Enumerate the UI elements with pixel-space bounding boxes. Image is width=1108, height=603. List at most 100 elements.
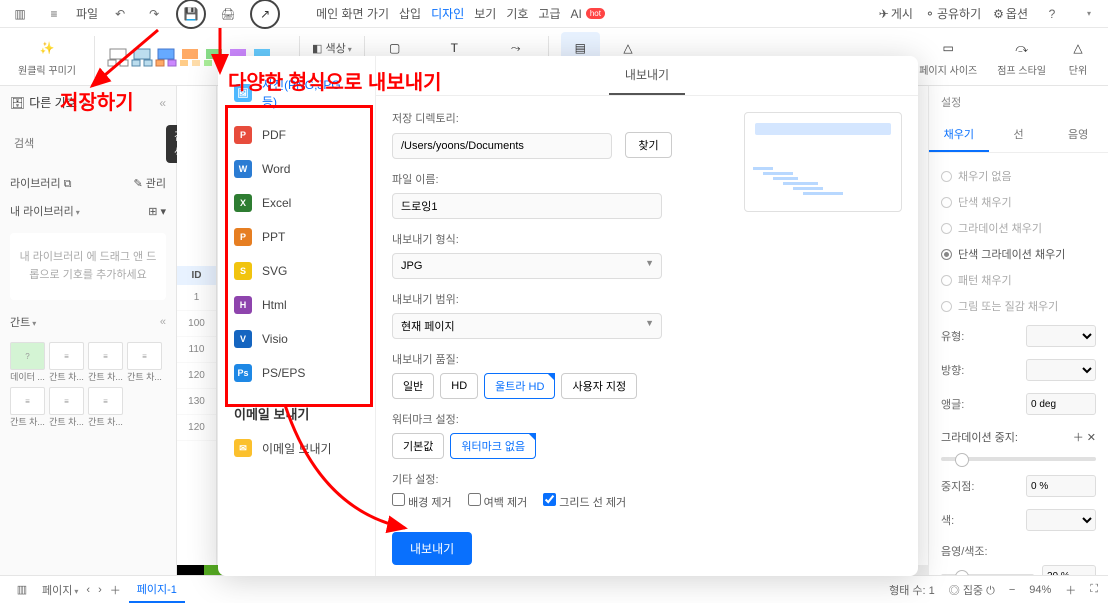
prop-angle-input[interactable] [1026,393,1096,415]
format-select[interactable] [392,253,662,279]
canvas-row[interactable]: 110 [177,337,216,363]
ribbon-jump-style[interactable]: ⤼점프 스타일 [991,32,1052,81]
fill-solid-gradient[interactable]: 단색 그라데이션 채우기 [941,241,1096,267]
focus-mode[interactable]: ◎ 집중 ⏻ [949,582,995,598]
gantt-thumb[interactable]: ≡ [49,342,84,370]
page-next-icon[interactable]: › [98,584,102,596]
page-tab[interactable]: 페이지-1 [129,577,185,603]
quality-ultrahd[interactable]: 울트라 HD [484,373,555,399]
my-library-dropdown[interactable]: 내 라이브러리 [10,203,80,219]
range-select[interactable] [392,313,662,339]
zoom-in-icon[interactable]: ＋ [1065,582,1076,598]
tab-shadow[interactable]: 음영 [1048,118,1108,152]
gradient-slider[interactable] [941,457,1096,461]
print-icon[interactable]: 🖨 [216,2,240,26]
help-icon[interactable]: ? [1040,2,1064,26]
fill-gradient[interactable]: 그라데이션 채우기 [941,215,1096,241]
remove-bg-check[interactable]: 배경 제거 [392,493,452,510]
quality-hd[interactable]: HD [440,373,478,399]
pages-panel-icon[interactable]: ▥ [10,578,34,602]
menu-design[interactable]: 디자인 [431,5,464,22]
gantt-thumb[interactable]: ? [10,342,45,370]
menu-insert[interactable]: 삽입 [399,5,421,22]
export-icon[interactable]: ↗ [250,0,280,29]
collapse-left-icon[interactable] [159,96,166,110]
canvas-row[interactable]: 120 [177,415,216,441]
canvas-row[interactable]: 1 [177,285,216,311]
tab-fill[interactable]: 채우기 [929,118,989,152]
search-input[interactable] [10,133,160,155]
save-icon[interactable]: 💾 [176,0,206,29]
menu-view[interactable]: 보기 [474,5,496,22]
prop-type-select[interactable] [1026,325,1096,347]
other-symbols-dropdown[interactable]: 🗄다른 기호 [0,86,176,119]
gantt-thumb[interactable]: ≡ [127,342,162,370]
menu-publish[interactable]: ✈ 게시 [879,5,913,22]
watermark-default[interactable]: 기본값 [392,433,444,459]
menu-advanced[interactable]: 고급 [538,5,560,22]
tab-line[interactable]: 선 [989,118,1049,152]
page-prev-icon[interactable]: ‹ [86,584,90,596]
filename-input[interactable] [392,193,662,219]
prop-color-select[interactable] [1026,509,1096,531]
gantt-collapse-icon[interactable] [160,316,166,328]
format-image[interactable]: 🖼사진(PNG,JPG 등) [218,68,375,118]
remove-margin-check[interactable]: 여백 제거 [468,493,528,510]
quality-normal[interactable]: 일반 [392,373,434,399]
menu-main[interactable]: 메인 화면 가기 [316,5,389,22]
page-add-icon[interactable]: ＋ [110,582,121,598]
fill-pattern[interactable]: 패턴 채우기 [941,267,1096,293]
save-dir-input[interactable] [392,133,612,159]
page-dropdown[interactable]: 페이지 [42,582,78,598]
collapse-ribbon-icon[interactable] [1076,2,1100,26]
ribbon-page-size[interactable]: ▭페이지 사이즈 [913,32,983,81]
canvas-row[interactable]: 100 [177,311,216,337]
menu-ai[interactable]: AIhot [571,7,605,21]
ribbon-oneclick[interactable]: ✨ 원클릭 꾸미기 [12,36,82,77]
gantt-section[interactable]: 간트 [10,314,36,330]
format-ps[interactable]: PsPS/EPS [218,356,375,390]
library-link[interactable]: 라이브러리 ⧉ [10,175,72,191]
manage-link[interactable]: ✎ 관리 [133,175,166,191]
format-pdf[interactable]: PPDF [218,118,375,152]
format-ppt[interactable]: PPPT [218,220,375,254]
hamburger-icon[interactable]: ≡ [42,2,66,26]
remove-stop-icon[interactable]: ✕ [1087,432,1096,444]
prop-midpoint-input[interactable] [1026,475,1096,497]
quality-custom[interactable]: 사용자 지정 [561,373,637,399]
format-svg[interactable]: SSVG [218,254,375,288]
gantt-thumb[interactable]: ≡ [88,387,123,415]
menu-share[interactable]: ⚬ 공유하기 [925,5,981,22]
canvas-row[interactable]: 120 [177,363,216,389]
menu-symbol[interactable]: 기호 [506,5,528,22]
watermark-none[interactable]: 워터마크 없음 [450,433,536,459]
ribbon-color[interactable]: ◧ 색상 [312,40,352,56]
format-word[interactable]: WWord [218,152,375,186]
export-tab[interactable]: 내보내기 [609,56,685,95]
gantt-thumb[interactable]: ≡ [88,342,123,370]
menu-file[interactable]: 파일 [76,5,98,22]
add-stop-icon[interactable]: ＋ [1073,432,1084,444]
menu-options[interactable]: ⚙ 옵션 [993,5,1028,22]
remove-grid-check[interactable]: 그리드 선 제거 [543,493,626,510]
redo-icon[interactable]: ↷ [142,2,166,26]
dropdown-icon[interactable]: ▥ [8,2,32,26]
format-excel[interactable]: XExcel [218,186,375,220]
gantt-thumb[interactable]: ≡ [49,387,84,415]
fill-picture[interactable]: 그림 또는 질감 채우기 [941,293,1096,319]
gantt-thumb[interactable]: ≡ [10,387,45,415]
undo-icon[interactable]: ↶ [108,2,132,26]
library-grid-icon[interactable]: ⊞ ▾ [148,205,166,218]
fill-none[interactable]: 채우기 없음 [941,163,1096,189]
fill-solid[interactable]: 단색 채우기 [941,189,1096,215]
format-html[interactable]: HHtml [218,288,375,322]
canvas-row[interactable]: 130 [177,389,216,415]
zoom-level[interactable]: 94% [1029,584,1051,596]
email-send[interactable]: ✉이메일 보내기 [218,431,375,465]
zoom-out-icon[interactable]: − [1009,584,1015,596]
format-visio[interactable]: VVisio [218,322,375,356]
ribbon-unit[interactable]: △단위 [1060,32,1096,81]
fit-screen-icon[interactable]: ⛶ [1090,583,1098,596]
find-button[interactable]: 찾기 [625,132,671,158]
prop-direction-select[interactable] [1026,359,1096,381]
